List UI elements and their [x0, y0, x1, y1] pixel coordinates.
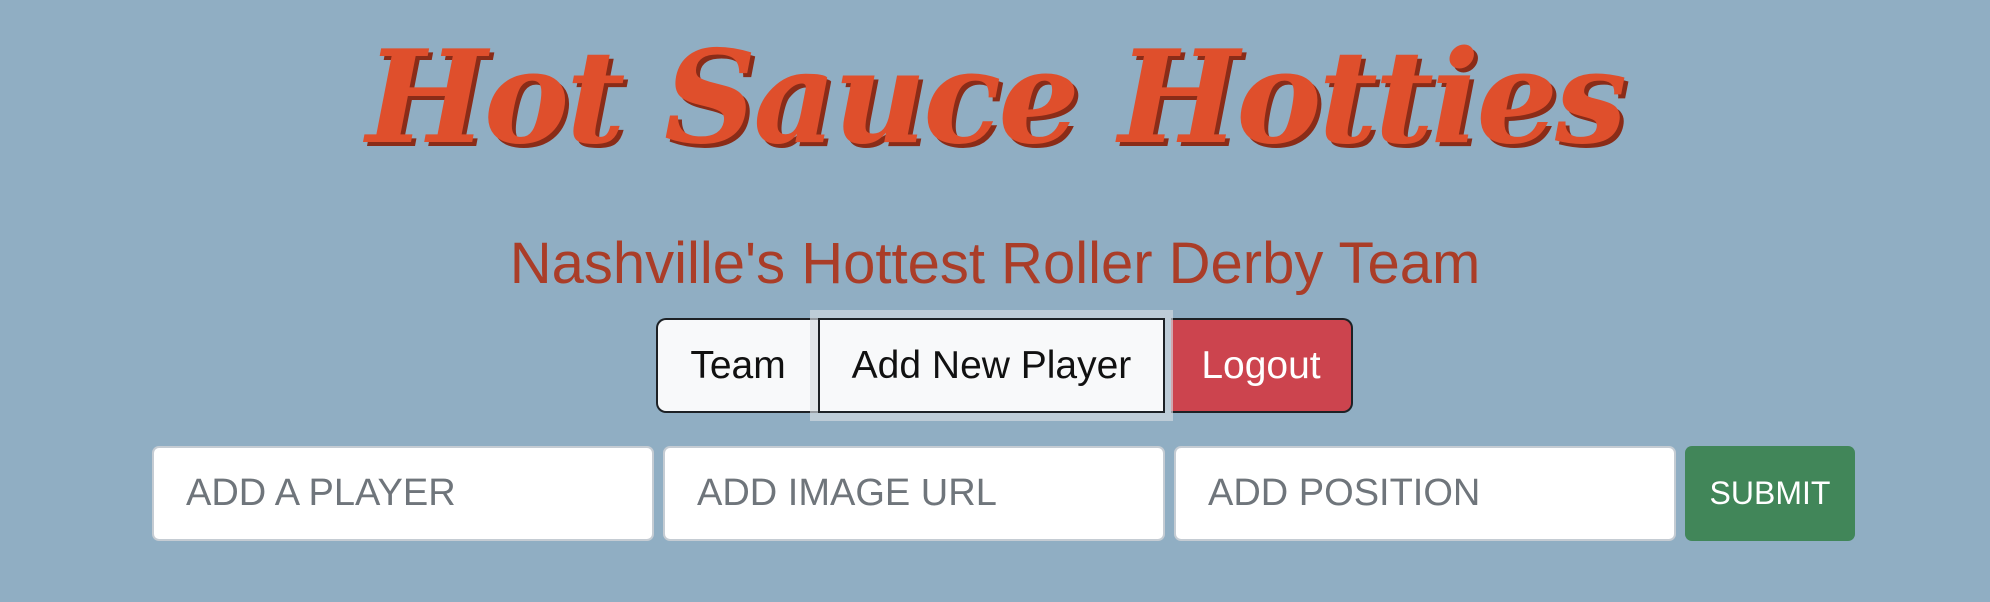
- logout-button[interactable]: Logout: [1171, 318, 1353, 413]
- player-name-input[interactable]: [152, 446, 654, 541]
- submit-button[interactable]: SUBMIT: [1685, 446, 1855, 541]
- position-input[interactable]: [1174, 446, 1676, 541]
- page-subtitle: Nashville's Hottest Roller Derby Team: [509, 231, 1481, 296]
- page: Hot Sauce Hotties Nashville's Hottest Ro…: [0, 0, 1990, 602]
- add-player-form: SUBMIT: [152, 446, 1855, 541]
- image-url-input[interactable]: [663, 446, 1165, 541]
- page-title: Hot Sauce Hotties: [365, 23, 1627, 173]
- team-button[interactable]: Team: [656, 318, 818, 413]
- add-new-player-button[interactable]: Add New Player: [810, 310, 1173, 421]
- nav-button-group: Team Add New Player Logout: [656, 310, 1353, 421]
